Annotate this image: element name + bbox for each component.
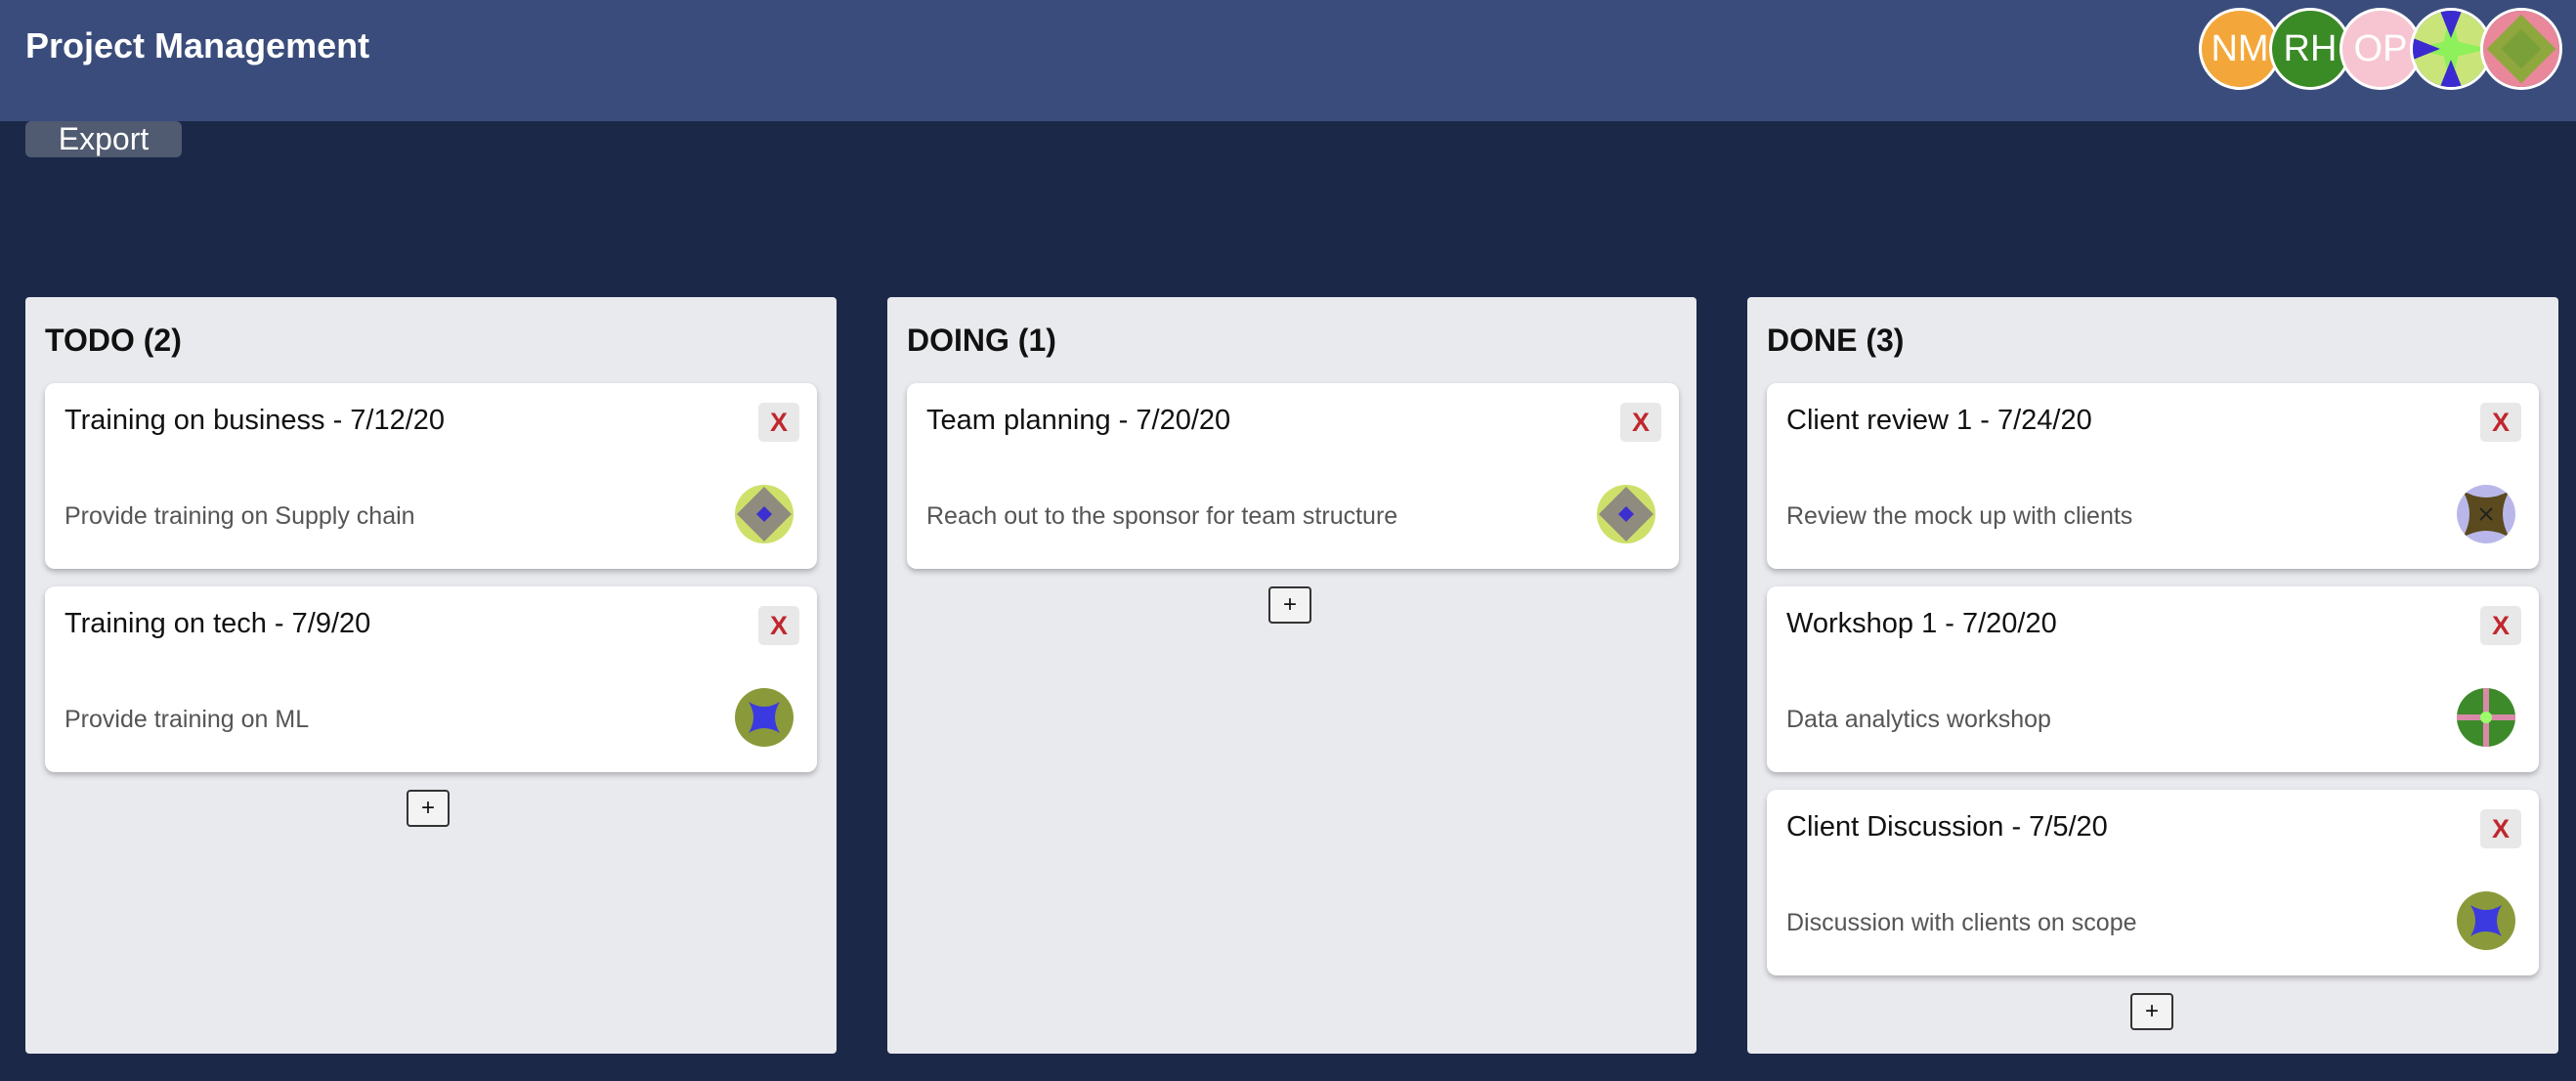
assignee-avatar xyxy=(735,688,794,747)
card-title: Client Discussion - 7/5/20 xyxy=(1786,811,2108,843)
geometric-avatar-icon xyxy=(2457,485,2515,543)
column-title: TODO (2) xyxy=(45,323,182,358)
assignee-avatar xyxy=(735,485,794,543)
app-header: Project Management NM RH OP xyxy=(0,0,2576,121)
task-card[interactable]: Team planning - 7/20/20 X Reach out to t… xyxy=(907,383,1679,569)
geometric-avatar-icon xyxy=(2457,688,2515,747)
card-title: Training on tech - 7/9/20 xyxy=(64,608,371,639)
card-description: Reach out to the sponsor for team struct… xyxy=(926,502,1398,530)
delete-card-button[interactable]: X xyxy=(1620,403,1661,442)
delete-card-button[interactable]: X xyxy=(2480,403,2521,442)
geometric-avatar-icon xyxy=(2413,11,2489,87)
app-title: Project Management xyxy=(25,25,370,65)
add-card-button[interactable]: + xyxy=(407,790,450,827)
delete-card-button[interactable]: X xyxy=(2480,606,2521,645)
assignee-avatar xyxy=(1597,485,1655,543)
geometric-avatar-icon xyxy=(735,688,794,747)
task-card[interactable]: Training on tech - 7/9/20 X Provide trai… xyxy=(45,586,817,772)
delete-card-button[interactable]: X xyxy=(2480,809,2521,848)
assignee-avatar xyxy=(2457,891,2515,950)
avatar[interactable] xyxy=(2480,8,2562,90)
add-card-button[interactable]: + xyxy=(1268,586,1311,624)
assignee-avatar xyxy=(2457,688,2515,747)
card-title: Team planning - 7/20/20 xyxy=(926,405,1231,436)
card-title: Client review 1 - 7/24/20 xyxy=(1786,405,2092,436)
card-title: Training on business - 7/12/20 xyxy=(64,405,446,436)
delete-card-button[interactable]: X xyxy=(758,606,799,645)
card-description: Provide training on ML xyxy=(64,706,310,733)
task-card[interactable]: Client review 1 - 7/24/20 X Review the m… xyxy=(1767,383,2539,569)
geometric-avatar-icon xyxy=(1597,485,1655,543)
task-card[interactable]: Workshop 1 - 7/20/20 X Data analytics wo… xyxy=(1767,586,2539,772)
assignee-avatar xyxy=(2457,485,2515,543)
column-title: DONE (3) xyxy=(1767,323,1905,358)
column-todo: TODO (2) Training on business - 7/12/20 … xyxy=(25,297,837,1054)
card-description: Data analytics workshop xyxy=(1786,706,2051,733)
export-button[interactable]: Export xyxy=(25,121,182,157)
card-description: Discussion with clients on scope xyxy=(1786,909,2137,936)
geometric-avatar-icon xyxy=(2483,11,2559,87)
team-avatars: NM RH OP xyxy=(2199,8,2562,92)
delete-card-button[interactable]: X xyxy=(758,403,799,442)
column-done: DONE (3) Client review 1 - 7/24/20 X Rev… xyxy=(1747,297,2558,1054)
task-card[interactable]: Client Discussion - 7/5/20 X Discussion … xyxy=(1767,790,2539,975)
geometric-avatar-icon xyxy=(735,485,794,543)
card-description: Review the mock up with clients xyxy=(1786,502,2133,530)
column-title: DOING (1) xyxy=(907,323,1056,358)
card-title: Workshop 1 - 7/20/20 xyxy=(1786,608,2057,639)
geometric-avatar-icon xyxy=(2457,891,2515,950)
card-description: Provide training on Supply chain xyxy=(64,502,415,530)
column-doing: DOING (1) Team planning - 7/20/20 X Reac… xyxy=(887,297,1696,1054)
task-card[interactable]: Training on business - 7/12/20 X Provide… xyxy=(45,383,817,569)
add-card-button[interactable]: + xyxy=(2130,993,2173,1030)
